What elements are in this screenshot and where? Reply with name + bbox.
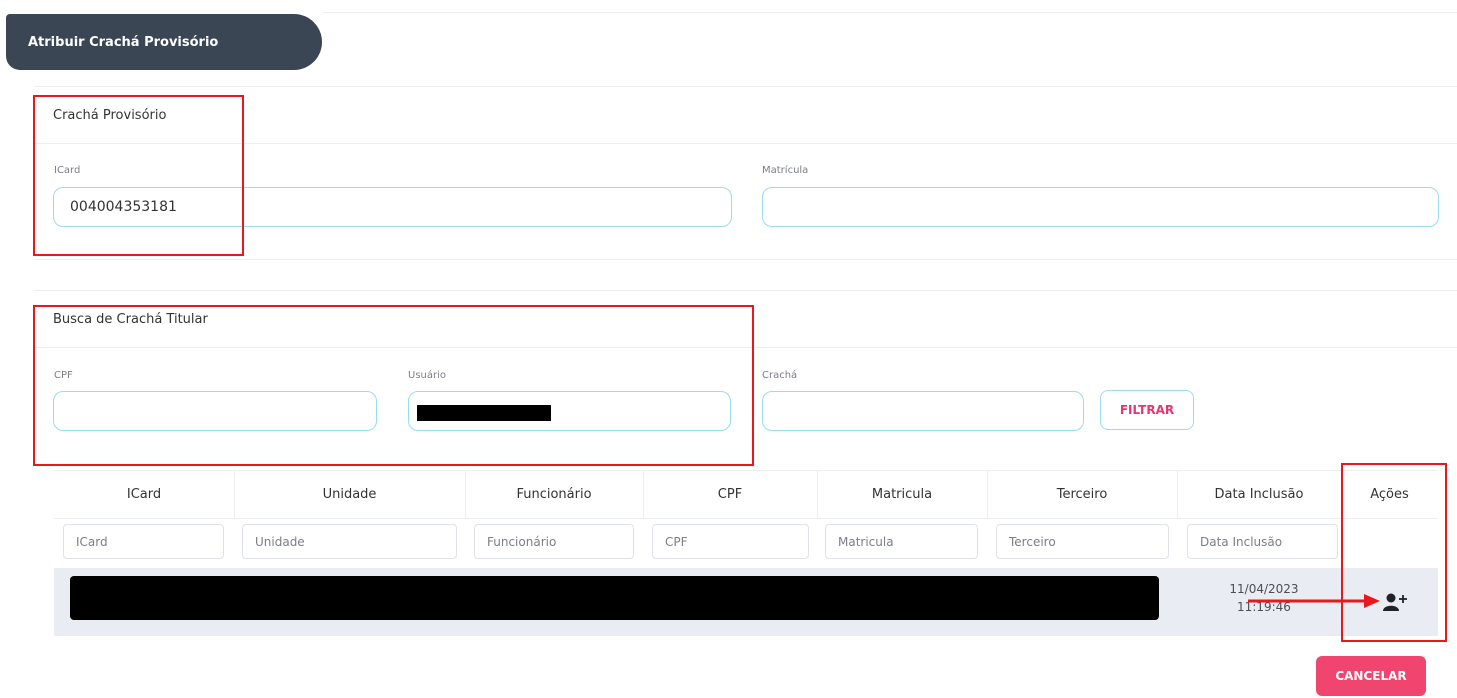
busca-title: Busca de Crachá Titular xyxy=(53,312,208,327)
annotation-arrow xyxy=(1248,594,1380,608)
filter-matricula-input[interactable]: Matricula xyxy=(825,524,978,559)
filter-funcionario-input[interactable]: Funcionário xyxy=(474,524,634,559)
card-divider xyxy=(34,143,1457,144)
filter-terceiro-input[interactable]: Terceiro xyxy=(996,524,1169,559)
cracha-label: Crachá xyxy=(762,370,798,381)
page-title: Atribuir Crachá Provisório xyxy=(28,34,219,50)
usuario-label: Usuário xyxy=(408,370,447,381)
cancelar-button[interactable]: CANCELAR xyxy=(1316,656,1426,696)
cpf-input[interactable] xyxy=(53,391,377,431)
usuario-input[interactable] xyxy=(408,391,731,431)
cracha-input[interactable] xyxy=(762,391,1084,431)
redacted-usuario-value xyxy=(417,405,551,421)
column-header-cpf[interactable]: CPF xyxy=(643,470,817,518)
column-header-data-inclusao[interactable]: Data Inclusão xyxy=(1177,470,1341,518)
column-header-unidade[interactable]: Unidade xyxy=(234,470,465,518)
icard-input[interactable]: 004004353181 xyxy=(53,187,732,227)
top-divider xyxy=(322,12,1457,13)
filter-unidade-input[interactable]: Unidade xyxy=(242,524,457,559)
matricula-label: Matrícula xyxy=(762,165,809,176)
redacted-row-data xyxy=(70,576,1159,620)
column-header-icard[interactable]: ICard xyxy=(54,470,234,518)
matricula-input[interactable] xyxy=(762,187,1439,227)
table-header-border xyxy=(54,518,1438,519)
card-divider xyxy=(34,347,1457,348)
filter-icard-input[interactable]: ICard xyxy=(63,524,224,559)
icard-value: 004004353181 xyxy=(70,199,177,215)
column-header-terceiro[interactable]: Terceiro xyxy=(987,470,1177,518)
add-user-icon[interactable] xyxy=(1382,592,1408,612)
filtrar-button[interactable]: FILTRAR xyxy=(1100,390,1194,430)
cracha-provisorio-title: Crachá Provisório xyxy=(53,108,167,123)
page-header-tab: Atribuir Crachá Provisório xyxy=(6,14,322,70)
column-header-acoes: Ações xyxy=(1370,486,1409,502)
icard-label: ICard xyxy=(54,165,81,176)
cpf-label: CPF xyxy=(54,370,73,381)
column-header-funcionario[interactable]: Funcionário xyxy=(465,470,643,518)
filter-cpf-input[interactable]: CPF xyxy=(652,524,809,559)
filter-data-inclusao-input[interactable]: Data Inclusão xyxy=(1187,524,1338,559)
cracha-provisorio-card: Crachá Provisório xyxy=(34,86,1457,260)
column-header-matricula[interactable]: Matricula xyxy=(817,470,987,518)
